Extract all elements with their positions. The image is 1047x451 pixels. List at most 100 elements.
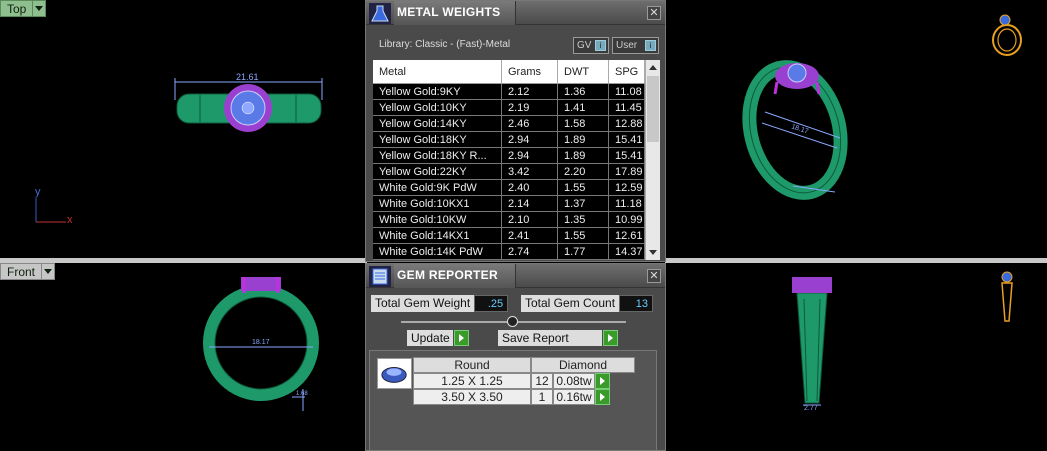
panel-slider[interactable] [401,316,626,327]
table-header: Metal Grams DWT SPG [373,60,660,84]
close-icon[interactable]: ✕ [647,269,661,283]
info-icon: i [645,40,656,51]
axis-y-label: y [35,186,41,198]
table-row[interactable]: White Gold:14K PdW 2.74 1.77 14.37 [373,244,645,260]
table-row[interactable]: Yellow Gold:22KY 3.42 2.20 17.89 [373,164,645,180]
flask-icon [369,3,391,24]
table-cell: 1.89 [558,132,609,147]
update-label: Update [411,331,450,345]
side-view-drawing [792,271,1013,406]
viewport-name: Top [0,0,34,17]
axis-x-label: x [67,214,73,226]
table-cell: 11.18 [609,196,645,211]
perspective-viewport[interactable]: 18.17 [667,0,1047,258]
cad-workspace: Top 21.61 y x 18.17 Front 18.17 1.68 2.7… [0,0,1047,451]
table-row[interactable]: Yellow Gold:18KY 2.94 1.89 15.41 [373,132,645,148]
chevron-down-icon[interactable] [42,263,56,280]
table-row[interactable]: Yellow Gold:14KY 2.46 1.58 12.88 [373,116,645,132]
table-cell: 1.37 [558,196,609,211]
gem-count: 1 [531,389,553,405]
table-cell: 12.61 [609,228,645,243]
scroll-up-icon[interactable] [649,65,657,70]
front-view-drawing [203,277,319,411]
gem-size: 3.50 X 3.50 [413,389,531,405]
table-cell: 1.77 [558,244,609,259]
ring-side-icon[interactable] [1001,271,1013,322]
table-cell: Yellow Gold:14KY [373,116,502,131]
table-cell: 2.10 [502,212,558,227]
close-icon[interactable]: ✕ [647,6,661,20]
table-cell: 1.41 [558,100,609,115]
viewport-divider[interactable] [665,258,1047,263]
table-cell: White Gold:14K PdW [373,244,502,259]
table-cell: Yellow Gold:9KY [373,84,502,99]
total-weight-value: .25 [474,295,509,312]
table-cell: 2.40 [502,180,558,195]
viewport-name: Front [0,263,43,280]
library-label: Library: Classic - (Fast)-Metal [379,39,511,50]
viewport-label-top[interactable]: Top [0,0,47,17]
table-row[interactable]: White Gold:9K PdW 2.40 1.55 12.59 [373,180,645,196]
table-cell: 17.89 [609,164,645,179]
ring-icon[interactable] [992,14,1022,56]
table-cell: 15.41 [609,148,645,163]
chevron-down-icon[interactable] [33,0,47,17]
panel-title-bar[interactable]: METAL WEIGHTS ✕ [366,1,665,25]
column-header[interactable]: SPG [609,60,645,83]
table-cell: Yellow Gold:18KY R... [373,148,502,163]
user-toggle[interactable]: User i [612,37,659,54]
slider-knob[interactable] [507,316,518,327]
table-cell: 2.14 [502,196,558,211]
front-viewport[interactable]: Front 18.17 1.68 [0,263,365,451]
gem-weight: 0.08tw [553,373,595,389]
table-row[interactable]: White Gold:10KX1 2.14 1.37 11.18 [373,196,645,212]
gem-row[interactable]: 1.25 X 1.25 12 0.08tw [413,373,635,389]
table-cell: 2.46 [502,116,558,131]
table-cell: 14.37 [609,244,645,259]
play-icon[interactable] [603,330,618,346]
table-cell: 1.89 [558,148,609,163]
play-icon[interactable] [595,389,610,405]
update-button[interactable]: Update [407,330,469,346]
viewport-label-front[interactable]: Front [0,263,56,280]
vertical-scrollbar[interactable] [645,60,660,260]
panel-title: METAL WEIGHTS [397,5,501,19]
table-cell: 2.12 [502,84,558,99]
save-report-button[interactable]: Save Report [498,330,618,346]
table-row[interactable]: White Gold:14KX1 2.41 1.55 12.61 [373,228,645,244]
table-cell: 2.19 [502,100,558,115]
column-header[interactable]: Metal [373,60,502,83]
table-cell: 1.55 [558,180,609,195]
viewport-divider[interactable] [0,258,367,263]
table-row[interactable]: Yellow Gold:18KY R... 2.94 1.89 15.41 [373,148,645,164]
table-cell: 11.08 [609,84,645,99]
table-cell: White Gold:14KX1 [373,228,502,243]
round-gem-icon[interactable] [377,358,412,389]
table-cell: 11.45 [609,100,645,115]
column-header[interactable]: Grams [502,60,558,83]
table-cell: 10.99 [609,212,645,227]
top-viewport[interactable]: Top 21.61 y x [0,0,365,258]
gv-toggle[interactable]: GV i [573,37,609,54]
table-cell: 1.58 [558,116,609,131]
table-cell: 2.94 [502,148,558,163]
table-row[interactable]: Yellow Gold:10KY 2.19 1.41 11.45 [373,100,645,116]
table-cell: Yellow Gold:22KY [373,164,502,179]
scroll-thumb[interactable] [647,76,659,142]
table-cell: Yellow Gold:10KY [373,100,502,115]
scroll-down-icon[interactable] [649,250,657,255]
table-row[interactable]: Yellow Gold:9KY 2.12 1.36 11.08 [373,84,645,100]
play-icon[interactable] [595,373,610,389]
column-header[interactable]: DWT [558,60,609,83]
dimension-label: 21.61 [236,72,259,82]
right-viewport[interactable]: 2.77 [667,263,1047,451]
gem-row[interactable]: 3.50 X 3.50 1 0.16tw [413,389,635,405]
table-row[interactable]: White Gold:10KW 2.10 1.35 10.99 [373,212,645,228]
gem-table-header: Round Diamond [413,357,635,373]
table-cell: White Gold:10KW [373,212,502,227]
total-gem-count: Total Gem Count 13 [521,295,654,312]
panel-title-bar[interactable]: GEM REPORTER ✕ [366,264,665,288]
table-body: Yellow Gold:9KY 2.12 1.36 11.08 Yellow Gold:… [373,84,645,260]
play-icon[interactable] [454,330,469,346]
metal-weights-table: Metal Grams DWT SPG Yellow Gold:9KY 2.12 1… [373,60,660,260]
